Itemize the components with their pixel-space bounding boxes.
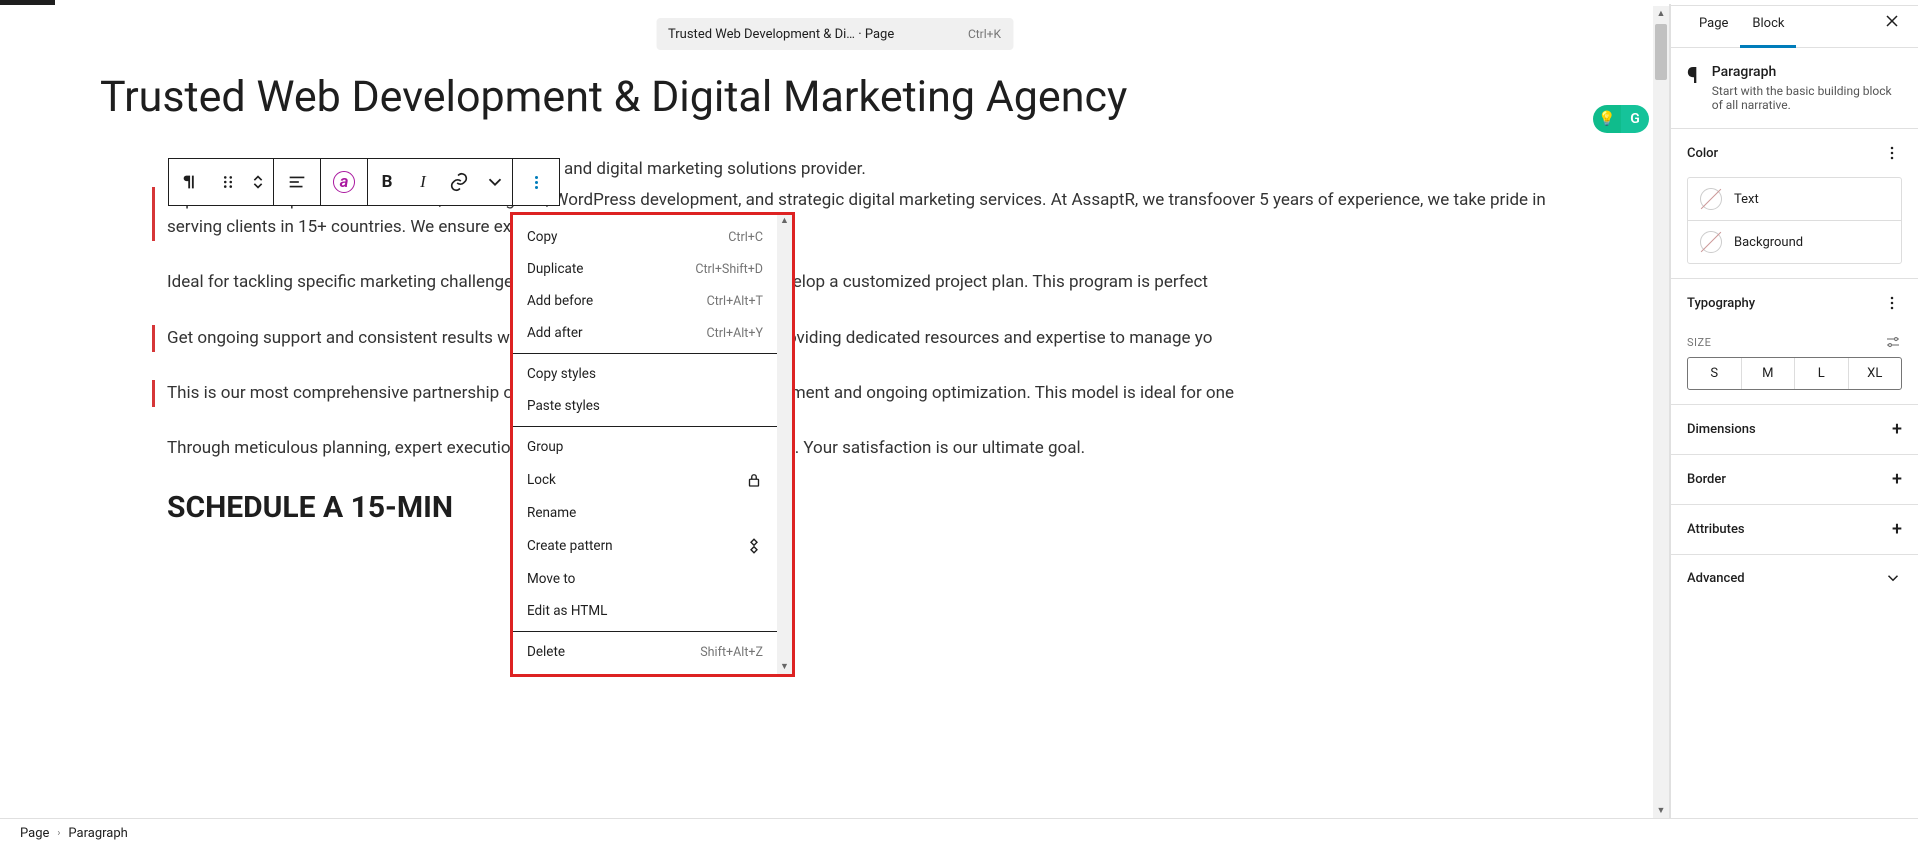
block-options-button[interactable]: [513, 159, 559, 205]
align-button[interactable]: [274, 159, 320, 205]
lock-icon: [745, 471, 763, 489]
tab-block[interactable]: Block: [1740, 0, 1796, 47]
size-buttons: S M L XL: [1687, 357, 1902, 390]
subheading[interactable]: SCHEDULE A 15-MIN: [167, 490, 1569, 525]
section-dimensions[interactable]: Dimensions +: [1671, 405, 1918, 454]
more-icon[interactable]: [1882, 143, 1902, 163]
title-bar-shortcut: Ctrl+K: [968, 27, 1001, 41]
block-desc: Start with the basic building block of a…: [1712, 84, 1902, 112]
more-icon[interactable]: [1882, 293, 1902, 313]
editor-scrollbar[interactable]: ▲ ▼: [1653, 6, 1669, 818]
menu-move-to[interactable]: Move to: [513, 563, 777, 595]
section-typography[interactable]: Typography: [1671, 279, 1918, 327]
settings-icon[interactable]: [1884, 333, 1902, 351]
tab-page[interactable]: Page: [1687, 0, 1740, 47]
menu-copy-styles[interactable]: Copy styles: [513, 358, 777, 390]
crumb-page[interactable]: Page: [20, 826, 49, 841]
editor-main: ▲ ▼ Trusted Web Development & Di… · Page…: [0, 0, 1670, 818]
menu-paste-styles[interactable]: Paste styles: [513, 390, 777, 422]
menu-rename[interactable]: Rename: [513, 497, 777, 529]
page-heading[interactable]: Trusted Web Development & Digital Market…: [100, 70, 1569, 126]
section-color[interactable]: Color: [1671, 129, 1918, 177]
menu-create-pattern[interactable]: Create pattern: [513, 529, 777, 563]
grammarly-badge[interactable]: 💡 G: [1593, 105, 1649, 133]
bg-color-swatch: [1700, 231, 1722, 253]
drag-handle-icon[interactable]: [213, 159, 243, 205]
menu-lock[interactable]: Lock: [513, 463, 777, 497]
paragraph-2[interactable]: Ideal for tackling specific marketing ch…: [167, 269, 1569, 296]
block-info: ¶ Paragraph Start with the basic buildin…: [1671, 48, 1918, 128]
paragraph-type-button[interactable]: [169, 159, 213, 205]
size-xl[interactable]: XL: [1848, 358, 1902, 389]
close-sidebar-button[interactable]: [1882, 11, 1902, 36]
breadcrumb-footer: Page › Paragraph: [0, 818, 1918, 848]
link-button[interactable]: [440, 159, 478, 205]
plus-icon: +: [1892, 419, 1902, 440]
crumb-paragraph[interactable]: Paragraph: [68, 826, 127, 841]
menu-scrollbar[interactable]: ▲▼: [777, 215, 792, 674]
paragraph-3[interactable]: Get ongoing support and consistent resul…: [152, 325, 1569, 352]
section-border[interactable]: Border +: [1671, 455, 1918, 504]
section-advanced[interactable]: Advanced: [1671, 555, 1918, 601]
menu-add-after[interactable]: Add afterCtrl+Alt+Y: [513, 317, 777, 349]
pattern-icon: [745, 537, 763, 555]
menu-duplicate[interactable]: DuplicateCtrl+Shift+D: [513, 253, 777, 285]
partial-line: company and digital marketing solutions …: [490, 156, 1569, 183]
plus-icon: +: [1892, 469, 1902, 490]
paragraph-icon: ¶: [1687, 64, 1698, 112]
menu-copy[interactable]: CopyCtrl+C: [513, 221, 777, 253]
breadcrumb-sep: ›: [57, 828, 60, 839]
more-formatting-button[interactable]: [478, 159, 512, 205]
menu-add-before[interactable]: Add beforeCtrl+Alt+T: [513, 285, 777, 317]
size-m[interactable]: M: [1741, 358, 1795, 389]
plus-icon: +: [1892, 519, 1902, 540]
section-attributes[interactable]: Attributes +: [1671, 505, 1918, 554]
title-bar[interactable]: Trusted Web Development & Di… · Page Ctr…: [656, 18, 1013, 50]
size-s[interactable]: S: [1688, 358, 1741, 389]
close-icon: [1882, 11, 1902, 31]
settings-sidebar: Page Block ¶ Paragraph Start with the ba…: [1670, 0, 1918, 818]
block-toolbar: a B I: [168, 158, 560, 206]
move-arrows-button[interactable]: [243, 159, 273, 205]
color-text-row[interactable]: Text: [1688, 178, 1901, 220]
menu-group[interactable]: Group: [513, 431, 777, 463]
menu-edit-html[interactable]: Edit as HTML: [513, 595, 777, 627]
size-label: SIZE: [1687, 336, 1711, 349]
color-bg-row[interactable]: Background: [1688, 220, 1901, 263]
chevron-down-icon: [1884, 569, 1902, 587]
text-color-swatch: [1700, 188, 1722, 210]
bold-button[interactable]: B: [368, 159, 406, 205]
block-name: Paragraph: [1712, 64, 1902, 80]
sidebar-tabs: Page Block: [1671, 0, 1918, 48]
menu-delete[interactable]: DeleteShift+Alt+Z: [513, 636, 777, 668]
paragraph-4[interactable]: This is our most comprehensive partnersh…: [152, 380, 1569, 407]
ai-button[interactable]: a: [321, 159, 367, 205]
block-options-menu: ▲▼ CopyCtrl+C DuplicateCtrl+Shift+D Add …: [510, 212, 795, 677]
paragraph-5[interactable]: Through meticulous planning, expert exec…: [167, 435, 1569, 462]
size-l[interactable]: L: [1794, 358, 1848, 389]
italic-button[interactable]: I: [406, 159, 440, 205]
title-bar-text: Trusted Web Development & Di… · Page: [668, 27, 894, 42]
